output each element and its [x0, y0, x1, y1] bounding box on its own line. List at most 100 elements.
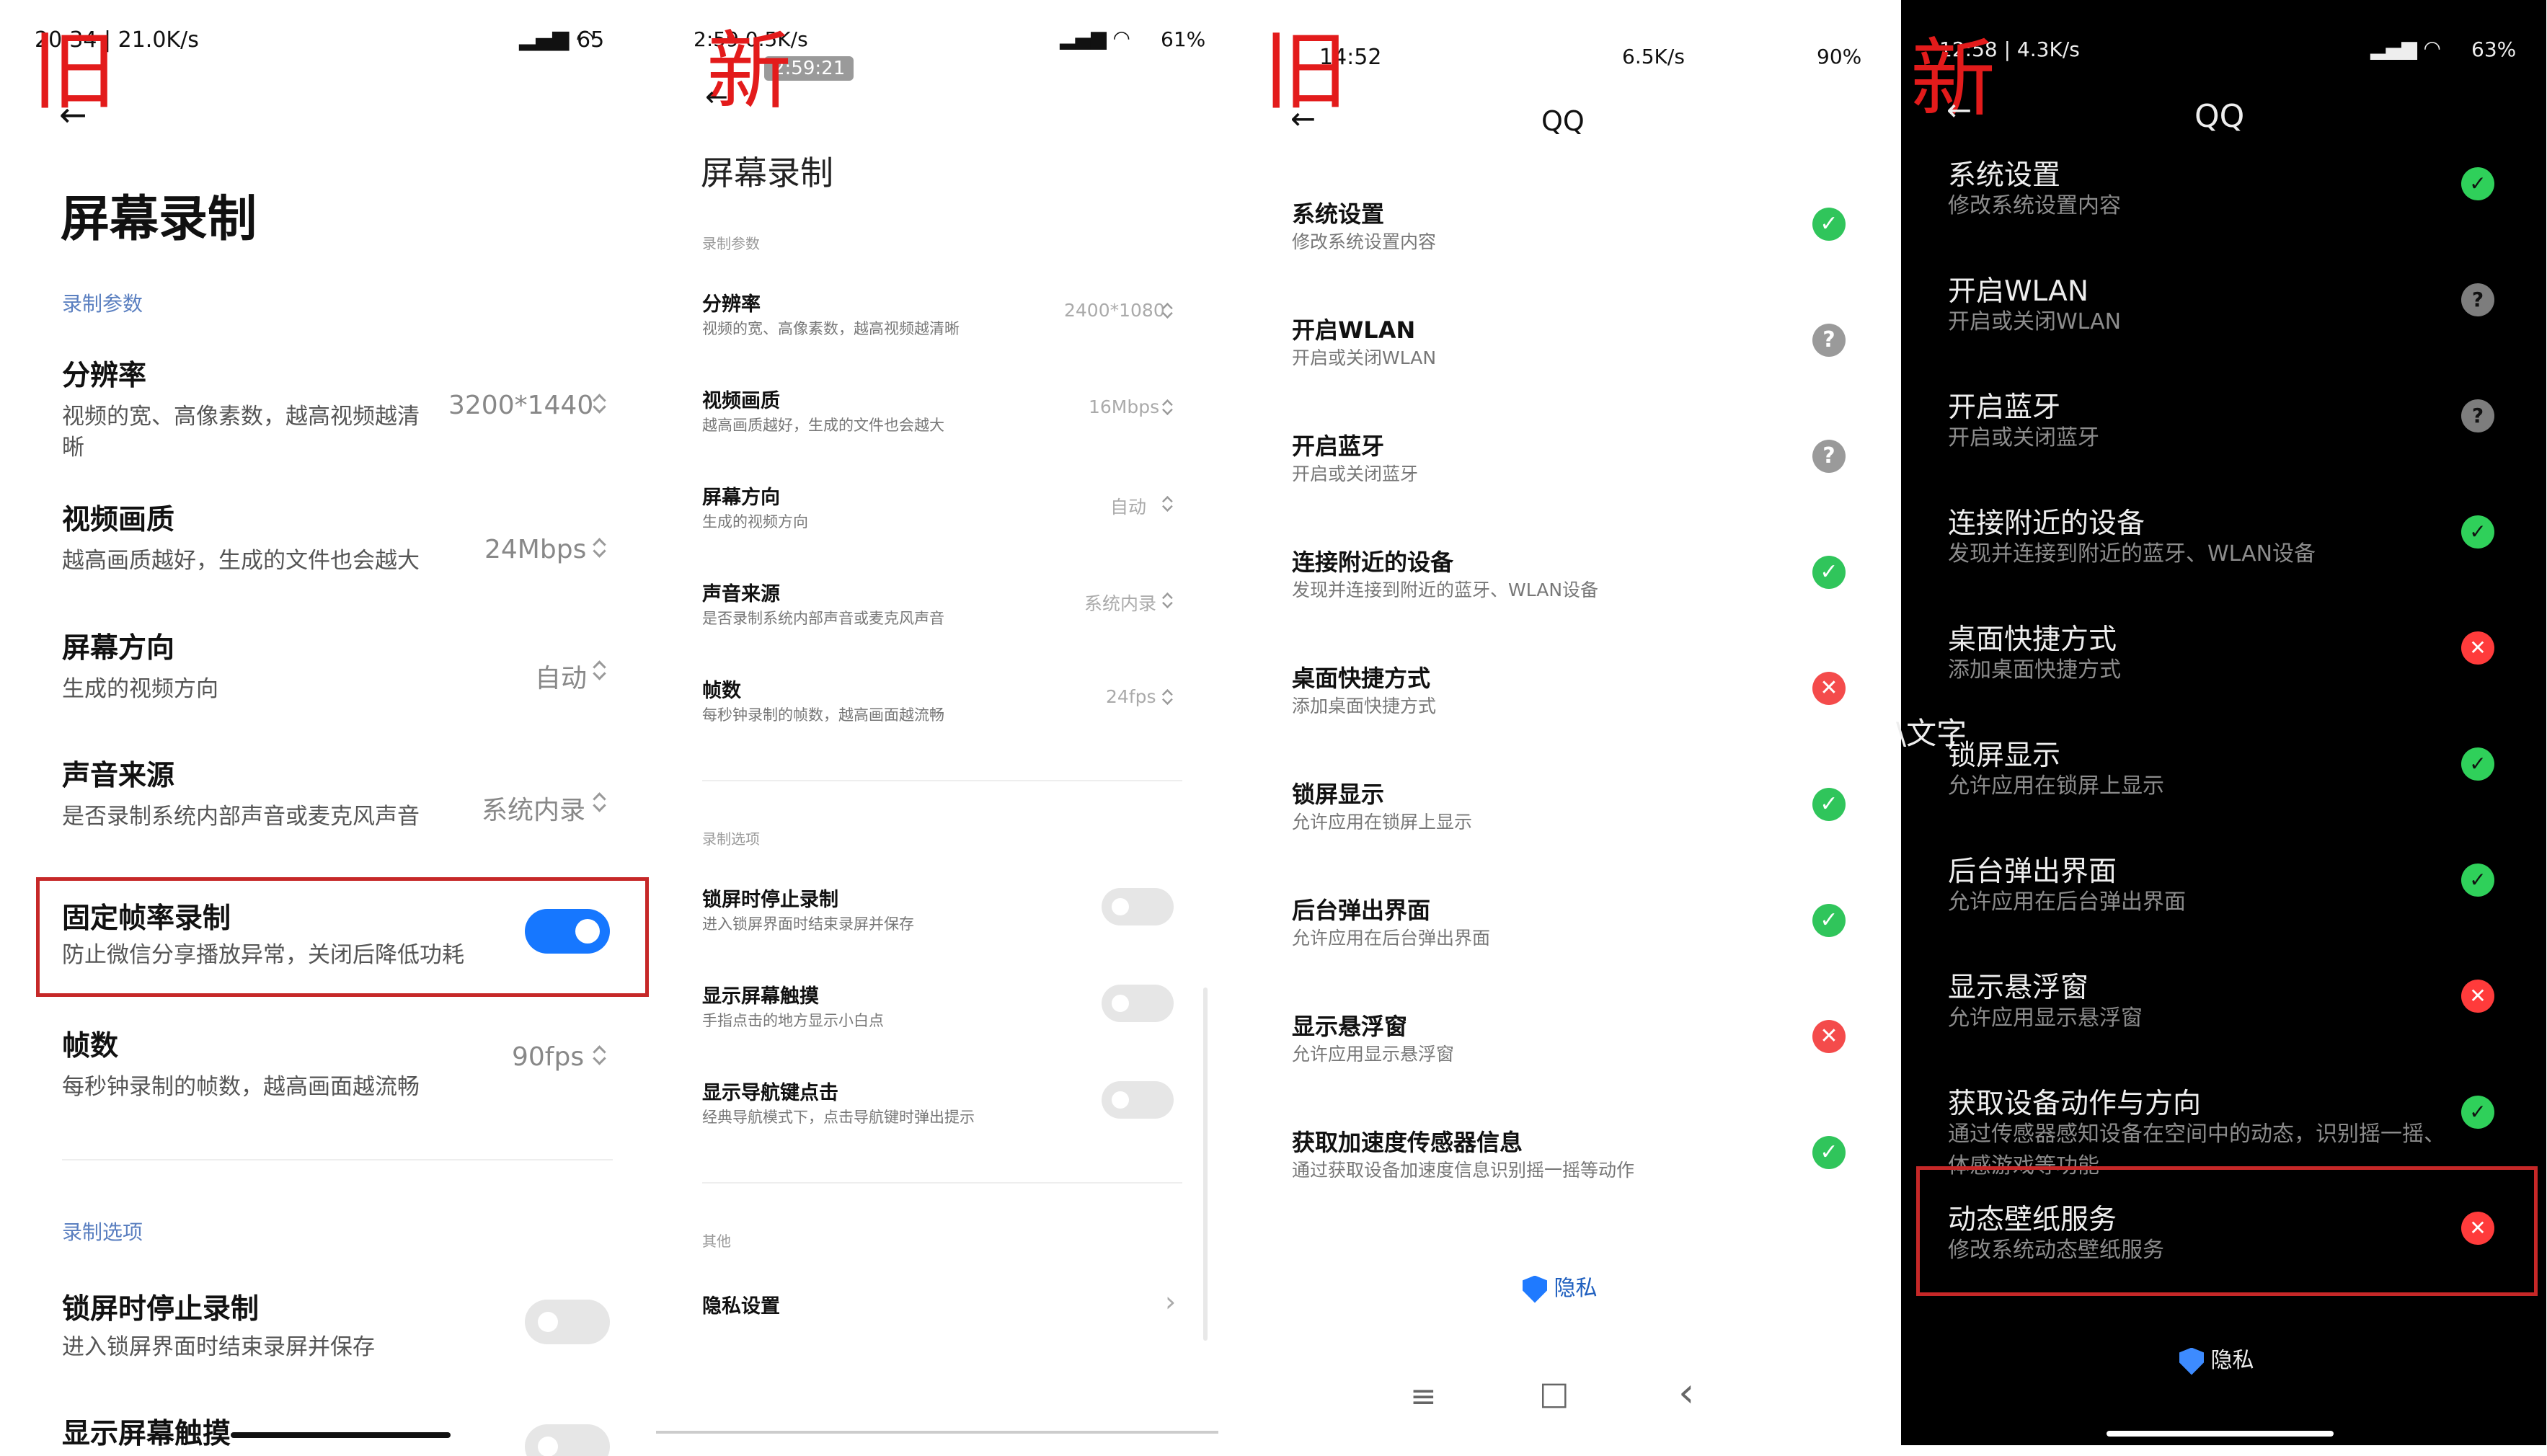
- battery-indicator: 90%: [1817, 45, 1862, 68]
- permission-title: 桌面快捷方式: [1292, 665, 1431, 692]
- permission-title: 锁屏显示: [1292, 781, 1385, 808]
- privacy-link[interactable]: 隐私: [1523, 1270, 1598, 1303]
- check-icon[interactable]: ✓: [2461, 1096, 2494, 1129]
- row-stop-on-lock[interactable]: 锁屏时停止录制 进入锁屏界面时结束录屏并保存: [656, 884, 1233, 941]
- row-resolution[interactable]: 分辨率 视频的宽、高像素数，越高视频越清晰 2400*1080: [656, 288, 1233, 346]
- permission-row[interactable]: 锁屏显示 允许应用在锁屏上显示 ✓: [1889, 733, 2547, 820]
- back-arrow-icon[interactable]: ←: [705, 81, 728, 112]
- row-orientation[interactable]: 屏幕方向 生成的视频方向 自动: [0, 626, 656, 712]
- permission-row[interactable]: 系统设置 修改系统设置内容 ✓: [1889, 153, 2547, 239]
- row-value: 2400*1080: [1064, 300, 1165, 321]
- permission-row[interactable]: 获取设备动作与方向 通过传感器感知设备在空间中的动态，识别摇一摇、 体感游戏等功能 ✓: [1889, 1081, 2547, 1178]
- row-stop-on-lock[interactable]: 锁屏时停止录制 进入锁屏界面时结束录屏并保存: [0, 1287, 656, 1366]
- privacy-label: 隐私: [1554, 1276, 1598, 1301]
- permission-row[interactable]: 后台弹出界面 允许应用在后台弹出界面 ✓: [1889, 849, 2547, 936]
- app-title: QQ: [1541, 105, 1585, 137]
- permission-row[interactable]: 开启蓝牙 开启或关闭蓝牙?: [1233, 428, 1889, 507]
- question-icon[interactable]: ?: [2461, 283, 2494, 316]
- row-framerate[interactable]: 帧数 每秒钟录制的帧数，越高画面越流畅 90fps: [0, 1024, 656, 1110]
- permission-row[interactable]: 系统设置 修改系统设置内容 ✓: [1233, 196, 1889, 275]
- permission-row[interactable]: 开启WLAN 开启或关闭WLAN?: [1233, 312, 1889, 391]
- permission-row[interactable]: 桌面快捷方式 添加桌面快捷方式 ✕: [1889, 617, 2547, 703]
- scrollbar[interactable]: [1203, 987, 1208, 1341]
- cross-icon[interactable]: ✕: [1812, 1020, 1846, 1053]
- check-icon[interactable]: ✓: [1812, 1136, 1846, 1169]
- permission-title: 系统设置: [1292, 200, 1385, 228]
- row-title: 声音来源: [62, 760, 175, 792]
- question-icon[interactable]: ?: [1812, 440, 1846, 473]
- row-show-touches[interactable]: 显示屏幕触摸 手指点击的地方显示小白点: [656, 980, 1233, 1038]
- question-icon[interactable]: ?: [2461, 399, 2494, 432]
- stop-on-lock-toggle[interactable]: [525, 1300, 610, 1344]
- permission-row[interactable]: 后台弹出界面 允许应用在后台弹出界面 ✓: [1233, 892, 1889, 972]
- show-touches-toggle[interactable]: [1102, 985, 1174, 1022]
- check-icon[interactable]: ✓: [1812, 208, 1846, 241]
- check-icon[interactable]: ✓: [2461, 167, 2494, 200]
- row-title: 显示屏幕触摸: [62, 1418, 231, 1450]
- row-desc: 越高画质越好，生成的文件也会越大: [62, 548, 420, 574]
- permission-title: 连接附近的设备: [1292, 549, 1454, 576]
- bottom-border: [656, 1431, 1218, 1434]
- fixed-framerate-toggle[interactable]: [525, 909, 610, 954]
- row-title: 显示屏幕触摸: [702, 985, 819, 1008]
- permission-row[interactable]: 开启WLAN 开启或关闭WLAN?: [1889, 269, 2547, 355]
- row-title: 固定帧率录制: [62, 902, 231, 935]
- permission-desc: 允许应用在锁屏上显示: [1948, 773, 2164, 799]
- permission-desc: 通过传感器感知设备在空间中的动态，识别摇一摇、: [1948, 1122, 2445, 1147]
- row-framerate[interactable]: 帧数 每秒钟录制的帧数，越高画面越流畅 24fps: [656, 675, 1233, 732]
- back-arrow-icon[interactable]: ←: [59, 95, 87, 134]
- privacy-link[interactable]: 隐私: [2179, 1342, 2254, 1375]
- row-value: 3200*1440: [448, 391, 594, 420]
- row-title: 分辨率: [702, 293, 761, 316]
- permission-row[interactable]: 显示悬浮窗 允许应用显示悬浮窗 ✕: [1889, 965, 2547, 1052]
- row-audio-source[interactable]: 声音来源 是否录制系统内部声音或麦克风声音 系统内录: [0, 753, 656, 840]
- permission-row[interactable]: 桌面快捷方式 添加桌面快捷方式 ✕: [1233, 660, 1889, 740]
- permission-row[interactable]: 锁屏显示 允许应用在锁屏上显示 ✓: [1233, 776, 1889, 856]
- row-fixed-framerate[interactable]: 固定帧率录制 防止微信分享播放异常，关闭后降低功耗: [0, 896, 656, 982]
- row-resolution[interactable]: 分辨率 视频的宽、高像素数，越高视频越清 晰 3200*1440: [0, 353, 656, 461]
- row-show-nav-clicks[interactable]: 显示导航键点击 经典导航模式下，点击导航键时弹出提示: [656, 1077, 1233, 1135]
- row-video-quality[interactable]: 视频画质 越高画质越好，生成的文件也会越大 24Mbps: [0, 497, 656, 584]
- check-icon[interactable]: ✓: [1812, 788, 1846, 821]
- signal-wifi-icon: ▂▄▆ ◠: [519, 26, 595, 51]
- check-icon[interactable]: ✓: [2461, 864, 2494, 897]
- row-desc: 视频的宽、高像素数，越高视频越清: [62, 404, 420, 430]
- check-icon[interactable]: ✓: [2461, 515, 2494, 549]
- permission-row[interactable]: 显示悬浮窗 允许应用显示悬浮窗 ✕: [1233, 1008, 1889, 1088]
- show-nav-clicks-toggle[interactable]: [1102, 1081, 1174, 1119]
- back-arrow-icon[interactable]: ←: [1946, 92, 1972, 128]
- permission-desc: 发现并连接到附近的蓝牙、WLAN设备: [1292, 580, 1599, 600]
- check-icon[interactable]: ✓: [2461, 747, 2494, 781]
- nav-menu-icon[interactable]: ≡: [1410, 1378, 1437, 1415]
- section-recording-options: 录制选项: [702, 830, 760, 848]
- row-title: 分辨率: [62, 360, 147, 392]
- show-touches-toggle[interactable]: [525, 1424, 610, 1456]
- question-icon[interactable]: ?: [1812, 324, 1846, 357]
- divider: [62, 1159, 613, 1160]
- row-desc: 越高画质越好，生成的文件也会越大: [702, 417, 944, 434]
- permission-title: 开启蓝牙: [1292, 432, 1385, 460]
- permission-row[interactable]: 获取加速度传感器信息 通过获取设备加速度信息识别摇一摇等动作 ✓: [1233, 1124, 1889, 1204]
- permission-desc: 通过获取设备加速度信息识别摇一摇等动作: [1292, 1160, 1635, 1181]
- stop-on-lock-toggle[interactable]: [1102, 888, 1174, 925]
- cross-icon[interactable]: ✕: [1812, 672, 1846, 705]
- row-orientation[interactable]: 屏幕方向 生成的视频方向 自动: [656, 481, 1233, 539]
- row-desc: 进入锁屏界面时结束录屏并保存: [702, 915, 914, 933]
- check-icon[interactable]: ✓: [1812, 904, 1846, 937]
- permission-row[interactable]: 连接附近的设备发现并连接到附近的蓝牙、WLAN设备 ✓: [1233, 544, 1889, 623]
- nav-back-icon[interactable]: ‹: [1678, 1370, 1694, 1416]
- section-recording-params: 录制参数: [62, 292, 143, 316]
- permission-row[interactable]: 开启蓝牙 开启或关闭蓝牙?: [1889, 385, 2547, 471]
- row-audio-source[interactable]: 声音来源 是否录制系统内部声音或麦克风声音 系统内录: [656, 578, 1233, 636]
- back-arrow-icon[interactable]: ←: [1290, 101, 1316, 136]
- cross-icon[interactable]: ✕: [2461, 631, 2494, 665]
- row-value: 系统内录: [1084, 593, 1157, 614]
- check-icon[interactable]: ✓: [1812, 556, 1846, 589]
- permission-row[interactable]: 连接附近的设备 发现并连接到附近的蓝牙、WLAN设备 ✓: [1889, 501, 2547, 587]
- cross-icon[interactable]: ✕: [2461, 980, 2494, 1013]
- row-video-quality[interactable]: 视频画质 越高画质越好，生成的文件也会越大 16Mbps: [656, 385, 1233, 443]
- row-privacy-settings[interactable]: 隐私设置 ›: [656, 1286, 1233, 1329]
- row-title: 隐私设置: [702, 1295, 780, 1318]
- nav-home-icon[interactable]: □: [1539, 1375, 1569, 1412]
- updown-chevron-icon: [1162, 495, 1172, 512]
